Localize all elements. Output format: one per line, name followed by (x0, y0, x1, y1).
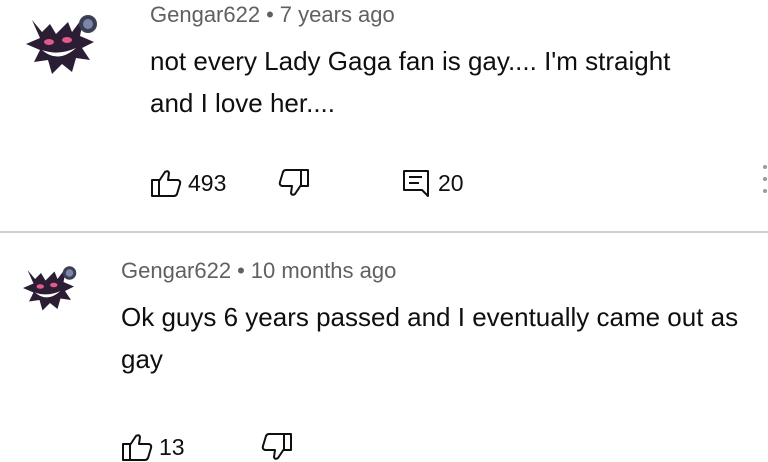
thumb-up-icon (151, 170, 182, 197)
like-button[interactable]: 493 (150, 168, 226, 198)
dislike-button[interactable] (278, 168, 310, 198)
like-count: 493 (188, 169, 227, 196)
comment-actions: 13 (121, 432, 481, 462)
thumb-up-icon (122, 434, 153, 461)
reply-button[interactable]: 20 (400, 168, 464, 198)
author-name[interactable]: Gengar622 (150, 2, 260, 27)
comment-item: Gengar622 • 7 years ago not every Lady Gag… (0, 0, 768, 232)
like-count: 13 (159, 433, 185, 460)
like-button[interactable]: 13 (121, 432, 185, 462)
thumb-down-icon (278, 169, 309, 196)
author-name[interactable]: Gengar622 (121, 258, 231, 283)
comment-meta: Gengar622 • 7 years ago (150, 2, 395, 28)
reply-icon (403, 170, 429, 197)
meta-separator: • (237, 258, 245, 283)
more-options-icon[interactable] (762, 165, 768, 201)
dislike-button[interactable] (261, 432, 293, 462)
comment-text: not every Lady Gaga fan is gay.... I'm s… (150, 46, 671, 118)
gengar-avatar-icon[interactable] (22, 2, 102, 78)
comment-text: Ok guys 6 years passed and I eventually … (121, 302, 739, 374)
meta-separator: • (266, 2, 274, 27)
comment-meta: Gengar622 • 10 months ago (121, 258, 396, 284)
reply-count: 20 (438, 169, 464, 196)
gengar-avatar-icon[interactable] (20, 256, 80, 314)
thumb-down-icon (261, 433, 292, 460)
comment-actions: 493 20 (150, 168, 510, 198)
comment-time[interactable]: 7 years ago (280, 2, 395, 27)
comment-time[interactable]: 10 months ago (251, 258, 397, 283)
